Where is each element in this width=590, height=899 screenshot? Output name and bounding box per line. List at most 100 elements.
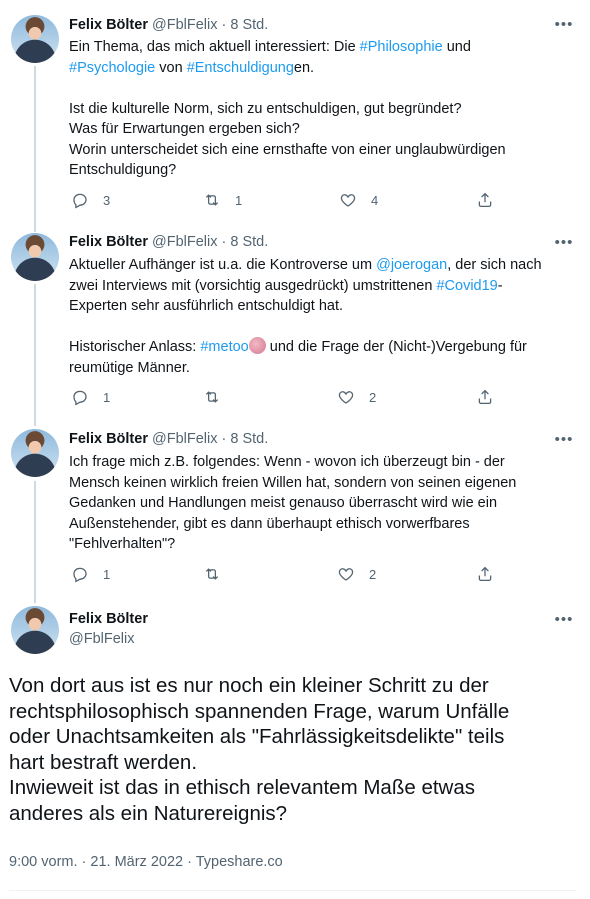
avatar[interactable] <box>11 15 59 63</box>
mention-link[interactable]: @joerogan <box>376 257 447 273</box>
heart-icon <box>340 194 356 207</box>
hashtag-link[interactable]: #Covid19 <box>436 278 497 294</box>
tweet-header: Felix Bölter @FblFelix · 8 Std. <box>69 16 268 35</box>
separator: · <box>221 431 227 447</box>
avatar[interactable] <box>11 429 59 477</box>
like-button[interactable]: 4 <box>339 190 378 210</box>
text-line: Mensch keinen wirklich freien Willen hat… <box>69 474 517 491</box>
share-icon <box>478 389 492 405</box>
author-handle[interactable]: @FblFelix <box>69 630 134 649</box>
tweet-text: Ich frage mich z.B. folgendes: Wenn - wo… <box>69 452 569 555</box>
text-segment: von <box>155 59 187 76</box>
text-line: Experten sehr ausführlich entschuldigt h… <box>69 298 344 314</box>
separator: · <box>221 234 227 250</box>
retweet-icon <box>205 194 219 206</box>
text-line: Ich frage mich z.B. folgendes: Wenn - wo… <box>69 454 505 470</box>
separator: · <box>221 17 227 33</box>
hashtag-link[interactable]: #Philosophie <box>360 39 443 55</box>
text-segment: zwei Interviews mit (vorsichtig ausgedrü… <box>69 277 437 294</box>
share-button[interactable] <box>476 564 494 584</box>
text-line: anderes als ein Naturereignis? <box>9 801 288 825</box>
reply-button[interactable]: 1 <box>71 387 110 407</box>
tweet-text: Ein Thema, das mich aktuell interessiert… <box>69 37 569 181</box>
retweet-icon <box>205 391 219 403</box>
retweet-count: 1 <box>235 192 243 208</box>
raised-fist-emoji-icon <box>248 337 266 354</box>
reply-icon <box>73 193 87 209</box>
author-name[interactable]: Felix Bölter <box>69 431 148 447</box>
tweet-text: Aktueller Aufhänger ist u.a. die Kontrov… <box>69 255 569 378</box>
text-line: rechtsphilosophisch spannenden Frage, wa… <box>9 699 510 723</box>
share-icon <box>478 192 492 208</box>
text-line: Worin unterscheidet sich eine ernsthafte… <box>69 141 506 158</box>
text-line: Gedanken und Handlungen meist genauso üb… <box>69 495 498 511</box>
text-line: Entschuldigung? <box>69 162 177 178</box>
like-count: 2 <box>369 566 377 582</box>
tweet-actions: 1 2 <box>69 387 509 407</box>
text-line: hart bestraft werden. <box>9 750 198 774</box>
text-segment: , der sich nach <box>447 257 542 273</box>
author-name[interactable]: Felix Bölter <box>69 610 148 629</box>
hashtag-link[interactable]: #Psychologie <box>69 60 155 76</box>
text-segment: - <box>497 277 503 294</box>
like-count: 2 <box>369 389 377 405</box>
thread-connector <box>34 481 36 603</box>
retweet-button[interactable]: 1 <box>203 190 242 210</box>
thread-connector <box>34 284 36 426</box>
more-options-icon[interactable]: ••• <box>552 235 576 256</box>
share-button[interactable] <box>476 190 494 210</box>
text-segment: Historischer Anlass: <box>69 339 201 355</box>
heart-icon <box>338 391 354 404</box>
more-options-icon[interactable]: ••• <box>552 432 576 453</box>
hashtag-link[interactable]: #Entschuldigung <box>187 60 294 76</box>
author-name[interactable]: Felix Bölter <box>69 234 148 250</box>
like-count: 4 <box>371 192 379 208</box>
reply-icon <box>73 390 87 406</box>
text-segment: und die Frage der (Nicht-)Vergebung für <box>265 339 527 355</box>
author-handle[interactable]: @FblFelix <box>152 431 217 447</box>
reply-button[interactable]: 1 <box>71 564 110 584</box>
tweet-timestamp[interactable]: 9:00 vorm. · 21. März 2022 · Typeshare.c… <box>9 854 283 870</box>
hashtag-link[interactable]: #metoo <box>200 339 248 355</box>
text-line: "Fehlverhalten"? <box>69 536 176 552</box>
author-handle[interactable]: @FblFelix <box>152 17 217 33</box>
thread-connector <box>34 66 36 232</box>
tweet-actions: 1 2 <box>69 564 509 584</box>
reply-count: 1 <box>103 389 111 405</box>
share-button[interactable] <box>476 387 494 407</box>
tweet-header: Felix Bölter @FblFelix · 8 Std. <box>69 430 268 449</box>
avatar[interactable] <box>11 606 59 654</box>
text-line: oder Unachtsamkeiten als "Fahrlässigkeit… <box>9 725 505 748</box>
heart-icon <box>338 568 354 581</box>
author-name[interactable]: Felix Bölter <box>69 17 148 33</box>
text-segment: und <box>442 39 471 55</box>
author-handle[interactable]: @FblFelix <box>152 234 217 250</box>
divider <box>9 890 576 891</box>
reply-icon <box>73 567 87 583</box>
retweet-button[interactable] <box>203 564 235 584</box>
tweet-actions: 3 1 4 <box>69 190 509 210</box>
more-options-icon[interactable]: ••• <box>552 17 576 38</box>
text-segment: Ein Thema, das mich aktuell interessiert… <box>69 39 360 55</box>
text-line: Inwieweit ist das in ethisch relevantem … <box>9 776 476 799</box>
tweet-time[interactable]: 8 Std. <box>230 431 268 447</box>
text-line: reumütige Männer. <box>69 359 190 376</box>
tweet-time[interactable]: 8 Std. <box>230 234 268 250</box>
like-button[interactable]: 2 <box>337 387 376 407</box>
reply-count: 3 <box>103 192 111 208</box>
more-options-icon[interactable]: ••• <box>552 612 576 633</box>
like-button[interactable]: 2 <box>337 564 376 584</box>
avatar[interactable] <box>11 233 59 281</box>
text-line: Von dort aus ist es nur noch ein kleiner… <box>9 674 489 697</box>
retweet-icon <box>205 568 219 580</box>
reply-count: 1 <box>103 566 111 582</box>
retweet-button[interactable] <box>203 387 235 407</box>
share-icon <box>478 566 492 582</box>
text-line: Außenstehender, gibt es dann überhaupt e… <box>69 515 470 532</box>
tweet-text: Von dort aus ist es nur noch ein kleiner… <box>9 673 581 826</box>
text-line: Was für Erwartungen ergeben sich? <box>69 121 300 137</box>
tweet-header: Felix Bölter @FblFelix · 8 Std. <box>69 233 268 252</box>
text-segment: en. <box>293 59 315 76</box>
reply-button[interactable]: 3 <box>71 190 110 210</box>
tweet-time[interactable]: 8 Std. <box>230 17 268 33</box>
